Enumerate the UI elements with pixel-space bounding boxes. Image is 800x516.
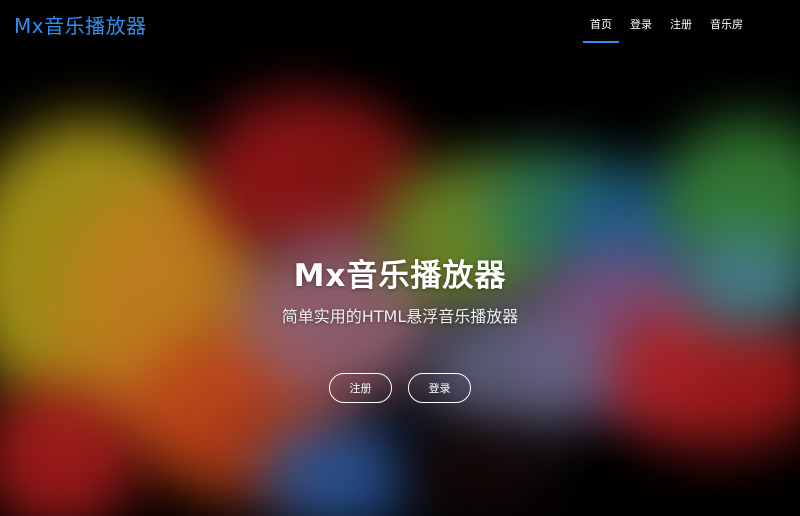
nav-links: 首页 登录 注册 音乐房: [579, 10, 750, 43]
hero-subtitle: 简单实用的HTML悬浮音乐播放器: [281, 307, 519, 326]
hero-section: Mx音乐播放器 简单实用的HTML悬浮音乐播放器 注册 登录: [0, 250, 800, 403]
nav-link-login[interactable]: 登录: [623, 10, 659, 38]
hero-title: Mx音乐播放器: [293, 258, 507, 294]
register-button[interactable]: 注册: [329, 373, 392, 403]
login-button[interactable]: 登录: [408, 373, 471, 403]
brand-logo-link[interactable]: Mx音乐播放器: [14, 10, 147, 39]
navbar: Mx音乐播放器 首页 登录 注册 音乐房: [0, 0, 800, 48]
hero-buttons: 注册 登录: [0, 373, 800, 403]
nav-link-home[interactable]: 首页: [583, 10, 619, 43]
nav-link-register[interactable]: 注册: [663, 10, 699, 38]
nav-link-music-room[interactable]: 音乐房: [703, 10, 750, 38]
